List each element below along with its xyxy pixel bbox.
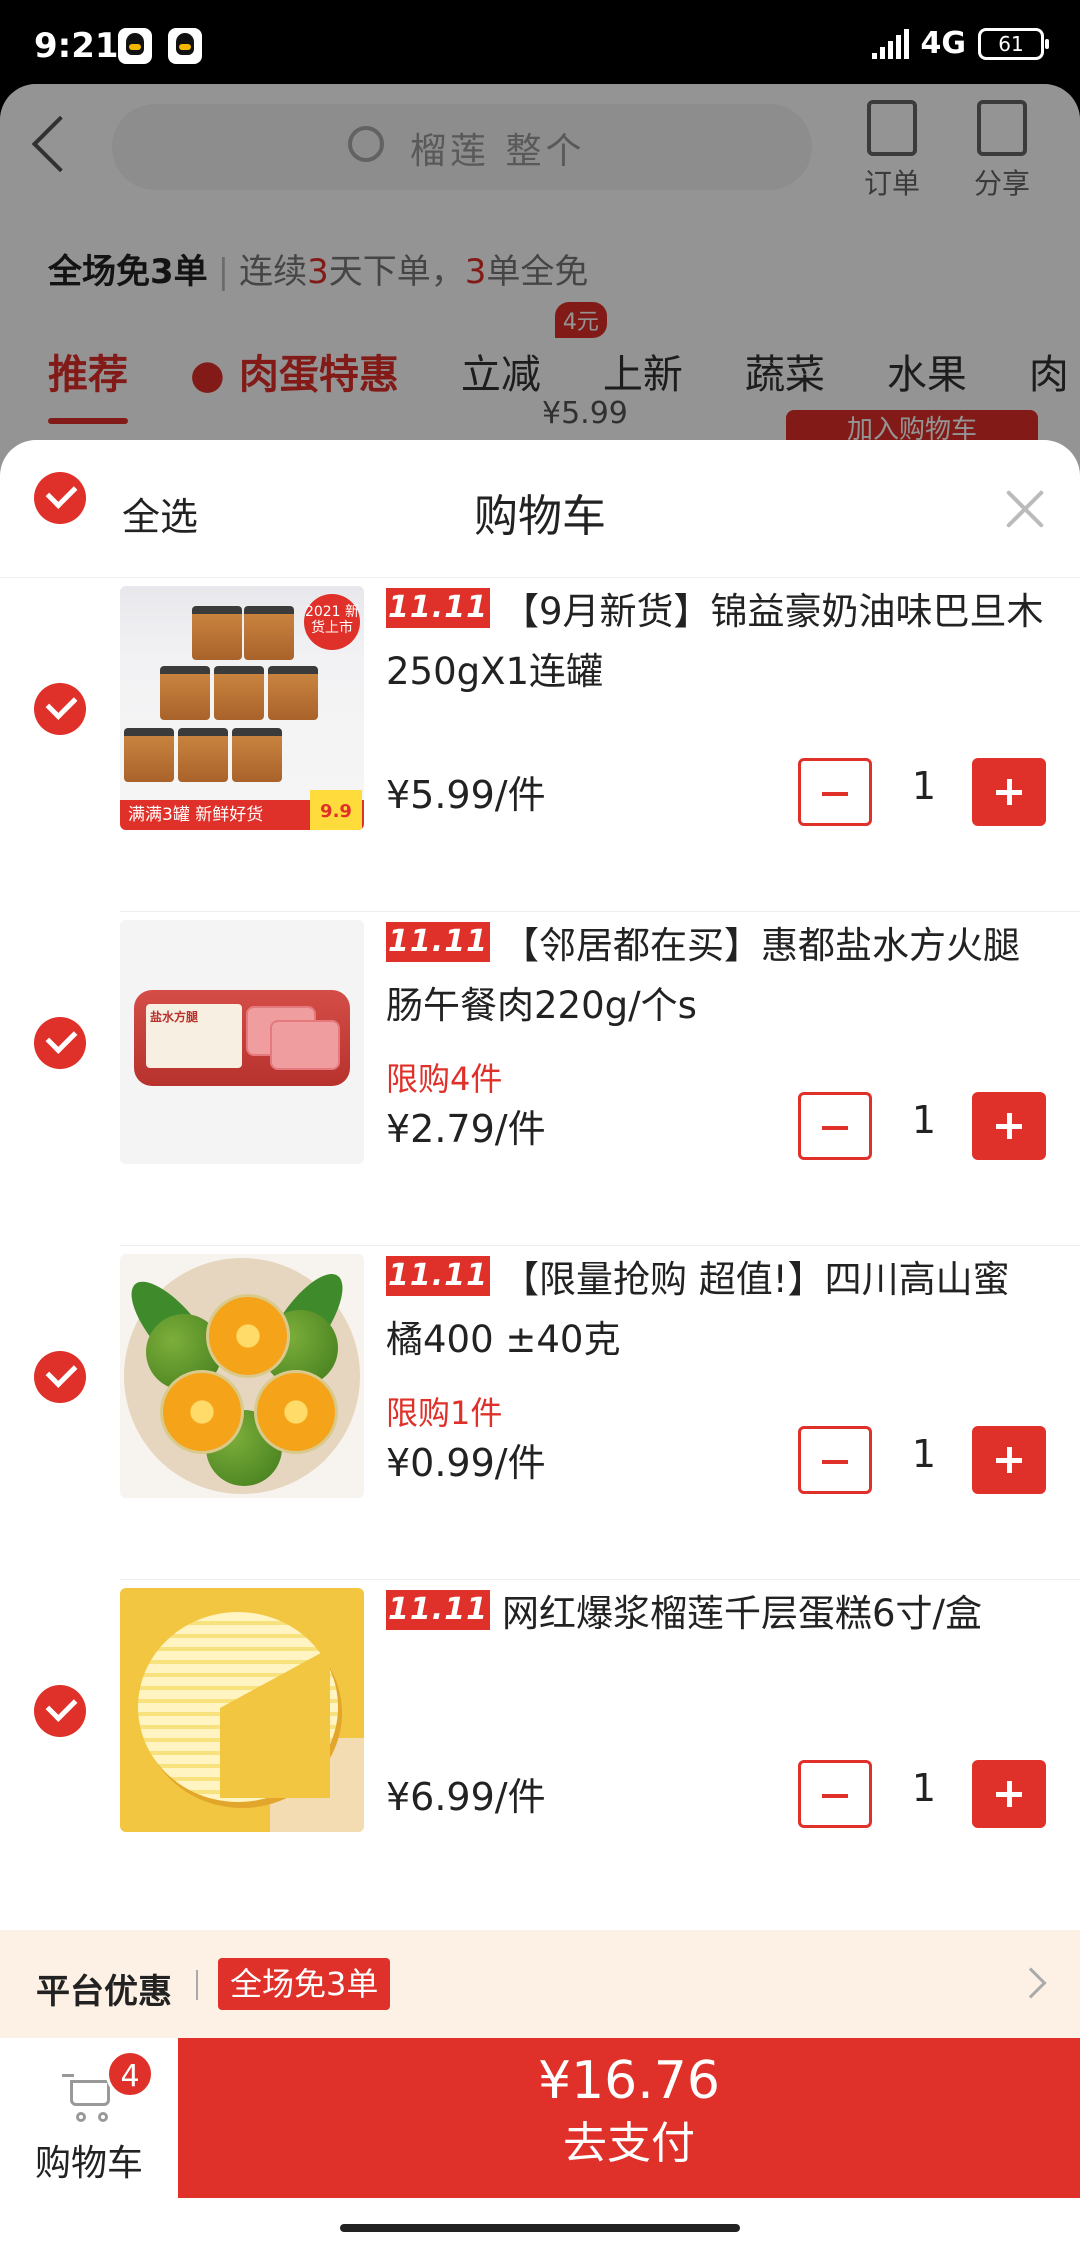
order-total: ¥16.76 (538, 2051, 720, 2111)
platform-discount-tag: 全场免3单 (218, 1958, 391, 2010)
product-image-label: 盐水方腿 (150, 1010, 199, 1024)
pay-button[interactable]: ¥16.76 去支付 (178, 2038, 1080, 2198)
increase-quantity-button[interactable] (972, 1426, 1046, 1494)
product-title[interactable]: 【限量抢购 超值!】四川高山蜜橘400 ±40克 (386, 1250, 1046, 1370)
cart-item: 盐水方腿 11.11 【邻居都在买】惠都盐水方火腿肠午餐肉220g/个s 限购4… (0, 912, 1080, 1246)
product-price: ¥2.79/件 (386, 1107, 546, 1151)
decrease-quantity-button[interactable] (798, 758, 872, 826)
platform-discount-label: 平台优惠 (36, 1972, 172, 2012)
cart-item: 11.11 网红爆浆榴莲千层蛋糕6寸/盒 ¥6.99/件 1 (0, 1580, 1080, 1914)
qq-notification-icon (118, 28, 152, 64)
cart-button[interactable]: 4 购物车 (0, 2038, 178, 2198)
divider (196, 1970, 198, 2000)
cart-header: 全选 购物车 (0, 440, 1080, 578)
cart-item: 11.11 【限量抢购 超值!】四川高山蜜橘400 ±40克 限购1件 ¥0.9… (0, 1246, 1080, 1580)
product-image-badge: 2021 新货上市 (304, 594, 360, 650)
product-image-oranges[interactable] (120, 1254, 364, 1498)
platform-discount-bar[interactable]: 平台优惠 全场免3单 (0, 1930, 1080, 2038)
purchase-limit: 限购4件 (386, 1060, 503, 1098)
cart-label: 购物车 (34, 2143, 143, 2184)
home-indicator[interactable] (340, 2224, 740, 2232)
status-bar: 9:21 4G 61 (0, 0, 1080, 90)
quantity-value[interactable]: 1 (896, 764, 952, 808)
quantity-value[interactable]: 1 (896, 1098, 952, 1142)
product-title[interactable]: 【邻居都在买】惠都盐水方火腿肠午餐肉220g/个s (386, 916, 1046, 1036)
item-checkbox[interactable] (34, 1017, 86, 1069)
qq-notification-icon (168, 28, 202, 64)
product-price: ¥5.99/件 (386, 773, 546, 817)
item-checkbox[interactable] (34, 1351, 86, 1403)
product-price: ¥6.99/件 (386, 1775, 546, 1819)
pay-label: 去支付 (563, 2118, 695, 2169)
increase-quantity-button[interactable] (972, 1760, 1046, 1828)
cart-item: 2021 新货上市 满满3罐 新鲜好货 9.9 11.11 【9月新货】锦益豪奶… (0, 578, 1080, 912)
product-title[interactable]: 【9月新货】锦益豪奶油味巴旦木250gX1连罐 (386, 582, 1046, 702)
product-image-cake[interactable] (120, 1588, 364, 1832)
cart-title: 购物车 (474, 491, 606, 542)
checkout-bar: 4 购物车 ¥16.76 去支付 (0, 2038, 1080, 2244)
network-type: 4G (920, 26, 967, 61)
decrease-quantity-button[interactable] (798, 1426, 872, 1494)
chevron-right-icon (1015, 1967, 1047, 1999)
increase-quantity-button[interactable] (972, 758, 1046, 826)
product-image-almonds[interactable]: 2021 新货上市 满满3罐 新鲜好货 9.9 (120, 586, 364, 830)
purchase-limit: 限购1件 (386, 1394, 503, 1432)
item-checkbox[interactable] (34, 683, 86, 735)
quantity-value[interactable]: 1 (896, 1432, 952, 1476)
battery-icon: 61 (978, 27, 1049, 60)
signal-icon (871, 28, 909, 59)
cart-count-badge: 4 (106, 2050, 154, 2098)
quantity-value[interactable]: 1 (896, 1766, 952, 1810)
increase-quantity-button[interactable] (972, 1092, 1046, 1160)
decrease-quantity-button[interactable] (798, 1092, 872, 1160)
decrease-quantity-button[interactable] (798, 1760, 872, 1828)
product-price: ¥0.99/件 (386, 1441, 546, 1485)
cart-sheet: 全选 购物车 2021 新货上市 满满3罐 新鲜好货 9.9 11.11 【9月… (0, 440, 1080, 2244)
close-icon[interactable] (1000, 484, 1050, 534)
product-title[interactable]: 网红爆浆榴莲千层蛋糕6寸/盒 (386, 1584, 1046, 1644)
item-checkbox[interactable] (34, 1685, 86, 1737)
status-time: 9:21 (34, 26, 119, 66)
product-image-ham[interactable]: 盐水方腿 (120, 920, 364, 1164)
product-image-price: 9.9 (310, 790, 362, 830)
